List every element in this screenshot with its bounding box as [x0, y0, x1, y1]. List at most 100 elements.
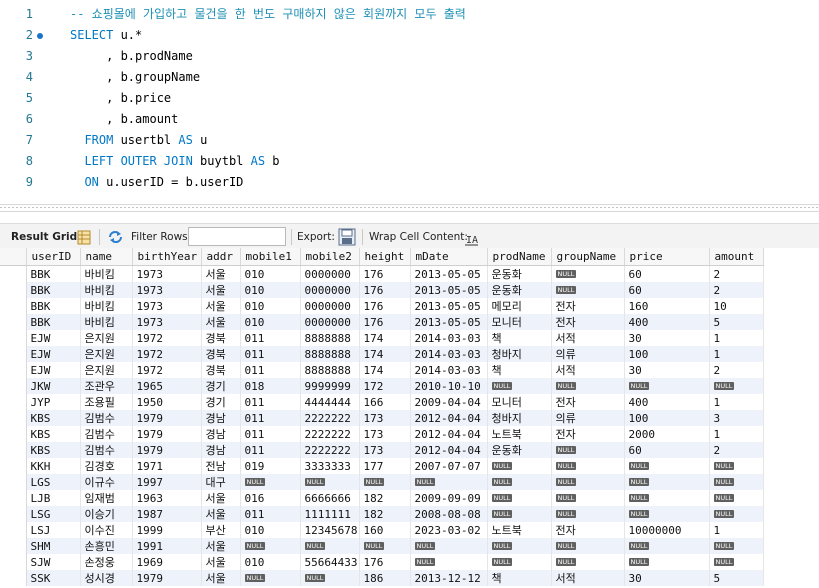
- cell-mobile2[interactable]: 1111111: [300, 506, 360, 522]
- cell-prodname[interactable]: 모니터: [487, 314, 552, 330]
- cell-groupname[interactable]: NULL: [551, 554, 625, 570]
- column-header-prodname[interactable]: prodName: [487, 248, 552, 266]
- row-selector[interactable]: [0, 282, 27, 298]
- cell-prodname[interactable]: 모니터: [487, 394, 552, 410]
- cell-mobile1[interactable]: 019: [240, 458, 301, 474]
- cell-amount[interactable]: 2: [709, 265, 764, 282]
- cell-name[interactable]: 손흥민: [80, 538, 133, 554]
- cell-amount[interactable]: 2: [709, 442, 764, 458]
- cell-addr[interactable]: 경북: [201, 346, 241, 362]
- cell-groupname[interactable]: NULL: [551, 474, 625, 490]
- refresh-icon[interactable]: [107, 229, 124, 245]
- code-line[interactable]: 6 , b.amount: [0, 109, 819, 130]
- cell-amount[interactable]: 2: [709, 362, 764, 378]
- sql-editor[interactable]: 1 -- 쇼핑몰에 가입하고 물건을 한 번도 구매하지 않은 회원까지 모두 출…: [0, 0, 819, 200]
- cell-mdate[interactable]: 2014-03-03: [410, 362, 488, 378]
- code-line[interactable]: 5 , b.price: [0, 88, 819, 109]
- code-line[interactable]: 8 LEFT OUTER JOIN buytbl AS b: [0, 151, 819, 172]
- code-line[interactable]: 4 , b.groupName: [0, 67, 819, 88]
- cell-birthyear[interactable]: 1979: [132, 410, 202, 426]
- cell-birthyear[interactable]: 1965: [132, 378, 202, 394]
- column-header-groupname[interactable]: groupName: [551, 248, 625, 266]
- cell-height[interactable]: 182: [359, 506, 411, 522]
- cell-height[interactable]: 182: [359, 490, 411, 506]
- cell-amount[interactable]: 5: [709, 314, 764, 330]
- cell-groupname[interactable]: NULL: [551, 442, 625, 458]
- cell-mobile1[interactable]: 016: [240, 490, 301, 506]
- cell-mdate[interactable]: 2010-10-10: [410, 378, 488, 394]
- cell-prodname[interactable]: 운동화: [487, 282, 552, 298]
- cell-price[interactable]: NULL: [624, 458, 710, 474]
- table-row[interactable]: JYP 조용필 1950 경기 011 4444444 166 2009-04-04 모니터 전자…: [0, 394, 764, 410]
- cell-mobile1[interactable]: NULL: [240, 474, 301, 490]
- cell-birthyear[interactable]: 1979: [132, 426, 202, 442]
- cell-amount[interactable]: NULL: [709, 538, 764, 554]
- cell-addr[interactable]: 경북: [201, 330, 241, 346]
- cell-userid[interactable]: LJB: [26, 490, 81, 506]
- cell-name[interactable]: 바비킴: [80, 282, 133, 298]
- cell-mobile2[interactable]: 8888888: [300, 362, 360, 378]
- table-row[interactable]: SSK 성시경 1979 서울 NULL NULL 186 2013-12-12 책 서적 30 5: [0, 570, 764, 586]
- cell-price[interactable]: NULL: [624, 538, 710, 554]
- cell-prodname[interactable]: NULL: [487, 490, 552, 506]
- cell-prodname[interactable]: 청바지: [487, 410, 552, 426]
- code-line[interactable]: 9 ON u.userID = b.userID: [0, 172, 819, 193]
- cell-mdate[interactable]: 2012-04-04: [410, 442, 488, 458]
- cell-birthyear[interactable]: 1973: [132, 265, 202, 282]
- row-selector[interactable]: [0, 490, 27, 506]
- cell-birthyear[interactable]: 1972: [132, 362, 202, 378]
- cell-price[interactable]: NULL: [624, 554, 710, 570]
- cell-amount[interactable]: NULL: [709, 458, 764, 474]
- cell-addr[interactable]: 서울: [201, 538, 241, 554]
- cell-mobile1[interactable]: 011: [240, 442, 301, 458]
- cell-price[interactable]: 400: [624, 394, 710, 410]
- cell-mobile2[interactable]: 0000000: [300, 314, 360, 330]
- row-selector[interactable]: [0, 346, 27, 362]
- cell-height[interactable]: NULL: [359, 538, 411, 554]
- cell-mobile1[interactable]: 011: [240, 362, 301, 378]
- cell-prodname[interactable]: 메모리: [487, 298, 552, 314]
- cell-groupname[interactable]: NULL: [551, 265, 625, 282]
- cell-price[interactable]: 100: [624, 410, 710, 426]
- row-selector[interactable]: [0, 378, 27, 394]
- cell-mobile2[interactable]: 12345678: [300, 522, 360, 538]
- cell-height[interactable]: 172: [359, 378, 411, 394]
- cell-mdate[interactable]: 2013-05-05: [410, 282, 488, 298]
- cell-name[interactable]: 조용필: [80, 394, 133, 410]
- cell-mdate[interactable]: 2013-05-05: [410, 314, 488, 330]
- row-selector[interactable]: [0, 410, 27, 426]
- cell-height[interactable]: 177: [359, 458, 411, 474]
- cell-userid[interactable]: JKW: [26, 378, 81, 394]
- table-row[interactable]: BBK 바비킴 1973 서울 010 0000000 176 2013-05-05 메모리 전자…: [0, 298, 764, 314]
- cell-mobile1[interactable]: 011: [240, 330, 301, 346]
- cell-mdate[interactable]: 2007-07-07: [410, 458, 488, 474]
- cell-groupname[interactable]: 서적: [551, 362, 625, 378]
- grid-view-icon[interactable]: [77, 229, 91, 245]
- column-header-name[interactable]: name: [80, 248, 133, 266]
- result-grid-tab[interactable]: Result Grid: [11, 224, 77, 250]
- cell-name[interactable]: 김범수: [80, 426, 133, 442]
- cell-name[interactable]: 조관우: [80, 378, 133, 394]
- cell-price[interactable]: NULL: [624, 490, 710, 506]
- cell-height[interactable]: 176: [359, 314, 411, 330]
- cell-mobile2[interactable]: 6666666: [300, 490, 360, 506]
- cell-name[interactable]: 임재범: [80, 490, 133, 506]
- cell-amount[interactable]: 1: [709, 394, 764, 410]
- cell-name[interactable]: 바비킴: [80, 298, 133, 314]
- row-selector[interactable]: [0, 506, 27, 522]
- cell-mobile2[interactable]: NULL: [300, 538, 360, 554]
- cell-userid[interactable]: EJW: [26, 330, 81, 346]
- cell-mobile2[interactable]: NULL: [300, 570, 360, 586]
- table-row[interactable]: LSJ 이수진 1999 부산 010 12345678 160 2023-03-02 노트북 전…: [0, 522, 764, 538]
- cell-addr[interactable]: 서울: [201, 314, 241, 330]
- cell-groupname[interactable]: NULL: [551, 506, 625, 522]
- cell-addr[interactable]: 서울: [201, 570, 241, 586]
- table-row[interactable]: JKW 조관우 1965 경기 018 9999999 172 2010-10-10 NULL N…: [0, 378, 764, 394]
- row-selector[interactable]: [0, 298, 27, 314]
- cell-prodname[interactable]: NULL: [487, 378, 552, 394]
- column-header-mobile2[interactable]: mobile2: [300, 248, 360, 266]
- column-header-price[interactable]: price: [624, 248, 710, 266]
- row-selector[interactable]: [0, 265, 27, 282]
- cell-amount[interactable]: NULL: [709, 474, 764, 490]
- cell-mdate[interactable]: 2014-03-03: [410, 330, 488, 346]
